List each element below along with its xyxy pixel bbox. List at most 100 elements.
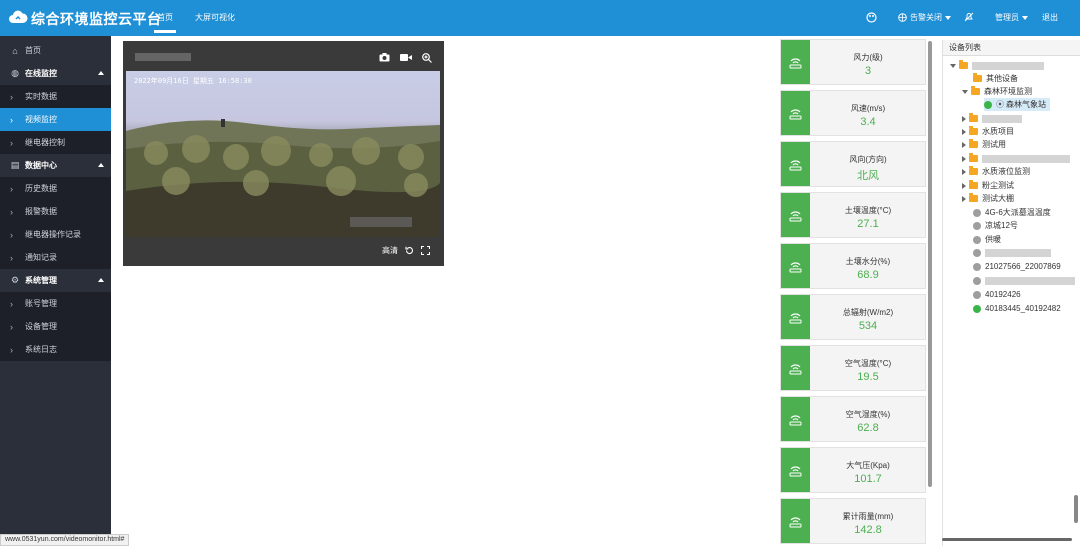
tree-node-folder[interactable]: 水质液位监测 bbox=[962, 165, 1030, 178]
sidebar-item-label: 继电器操作记录 bbox=[25, 230, 81, 239]
tree-node-root[interactable] bbox=[950, 59, 1044, 72]
sidebar-item-realtime-data[interactable]: › 实时数据 bbox=[0, 85, 111, 108]
tree-node-device[interactable]: 凉城12号 bbox=[973, 219, 1018, 232]
tab-big-screen[interactable]: 大屏可视化 bbox=[195, 12, 235, 23]
sidebar-section-data-center[interactable]: ▤ 数据中心 bbox=[0, 154, 111, 177]
sidebar-section-system[interactable]: ⚙ 系统管理 bbox=[0, 269, 111, 292]
chevron-up-icon bbox=[98, 163, 104, 167]
sidebar-item-label: 视频监控 bbox=[25, 115, 57, 124]
alarm-dropdown[interactable]: 告警关闭 bbox=[898, 12, 951, 23]
wireless-sensor-icon bbox=[789, 108, 802, 119]
replay-icon[interactable] bbox=[405, 246, 414, 255]
video-toolbar bbox=[379, 53, 432, 63]
theme-button[interactable] bbox=[866, 12, 877, 23]
folder-icon bbox=[969, 193, 978, 202]
wireless-sensor-icon bbox=[789, 414, 802, 425]
sensor-badge bbox=[781, 244, 810, 288]
sensor-card-rainfall: 累计雨量(mm) 142.8 bbox=[780, 498, 926, 544]
sensor-value: 3 bbox=[864, 65, 872, 77]
sensor-label: 风速(m/s) bbox=[850, 104, 886, 113]
tree-node-folder[interactable]: 测试大棚 bbox=[962, 192, 1014, 205]
chevron-down-icon bbox=[1022, 15, 1028, 20]
tree-node-label: 粉尘测试 bbox=[982, 181, 1014, 190]
tree-node-folder[interactable]: 水质项目 bbox=[962, 125, 1014, 138]
redacted-label bbox=[985, 248, 1051, 257]
tree-horizontal-scrollbar[interactable] bbox=[942, 538, 1072, 541]
tree-node-device[interactable]: 40192426 bbox=[973, 288, 1021, 301]
tree-node-device[interactable] bbox=[973, 246, 1051, 259]
sidebar-item-relay-log[interactable]: › 继电器操作记录 bbox=[0, 223, 111, 246]
tree-node-folder[interactable] bbox=[962, 152, 1070, 165]
tree-node-device[interactable]: 40183445_40192482 bbox=[973, 302, 1061, 315]
sidebar-item-relay-control[interactable]: › 继电器控制 bbox=[0, 131, 111, 154]
chevron-right-icon: › bbox=[10, 137, 13, 148]
browser-status-url: www.0531yun.com/videomonitor.html# bbox=[0, 534, 130, 546]
sidebar-item-accounts[interactable]: › 账号管理 bbox=[0, 292, 111, 315]
sensor-label: 总辐射(W/m2) bbox=[842, 308, 894, 317]
wireless-sensor-icon bbox=[789, 159, 802, 170]
sidebar-item-video-monitor[interactable]: › 视频监控 bbox=[0, 108, 111, 131]
folder-icon bbox=[959, 60, 968, 69]
fullscreen-icon[interactable] bbox=[421, 246, 430, 255]
sidebar-item-system-log[interactable]: › 系统日志 bbox=[0, 338, 111, 361]
sensor-badge bbox=[781, 397, 810, 441]
wireless-sensor-icon bbox=[789, 210, 802, 221]
sidebar-item-notify-log[interactable]: › 通知记录 bbox=[0, 246, 111, 269]
user-label: 管理员 bbox=[995, 13, 1019, 22]
tree-node-folder[interactable]: 森林环境监测 bbox=[962, 85, 1032, 98]
camera-snapshot-icon[interactable] bbox=[379, 53, 390, 62]
caret-right-icon bbox=[962, 128, 966, 135]
tree-node-folder[interactable]: 其他设备 bbox=[973, 72, 1018, 85]
user-dropdown[interactable]: 管理员 bbox=[995, 12, 1028, 23]
offline-status-icon bbox=[973, 208, 981, 217]
caret-right-icon bbox=[962, 182, 966, 189]
sidebar-item-history-data[interactable]: › 历史数据 bbox=[0, 177, 111, 200]
redacted-label bbox=[985, 276, 1075, 285]
cloud-logo-icon bbox=[9, 10, 28, 23]
tree-vertical-scrollbar[interactable] bbox=[1074, 495, 1078, 523]
tab-home[interactable]: 首页 bbox=[154, 12, 176, 33]
chevron-right-icon: › bbox=[10, 344, 13, 355]
offline-status-icon bbox=[973, 248, 981, 257]
sidebar-item-home[interactable]: ⌂ 首页 bbox=[0, 39, 111, 62]
sidebar-item-label: 设备管理 bbox=[25, 322, 57, 331]
logout-button[interactable]: 退出 bbox=[1042, 12, 1058, 23]
quality-toggle[interactable]: 高清 bbox=[382, 245, 398, 256]
sensor-card-soil-moisture: 土壤水分(%) 68.9 bbox=[780, 243, 926, 289]
sensor-card-pressure: 大气压(Kpa) 101.7 bbox=[780, 447, 926, 493]
video-player[interactable]: 2022年09月16日 星期五 16:58:30 高清 bbox=[123, 41, 444, 266]
sensor-label: 累计雨量(mm) bbox=[842, 512, 894, 521]
sensor-badge bbox=[781, 346, 810, 390]
sensor-value: 101.7 bbox=[854, 473, 882, 485]
sidebar-item-devices[interactable]: › 设备管理 bbox=[0, 315, 111, 338]
caret-down-icon bbox=[950, 63, 956, 68]
tree-node-device[interactable]: 21027566_22007869 bbox=[973, 260, 1061, 273]
tree-node-label: 其他设备 bbox=[986, 74, 1018, 83]
sensor-value: 3.4 bbox=[860, 116, 876, 128]
database-icon: ▤ bbox=[10, 160, 20, 170]
tree-node-folder[interactable]: 粉尘测试 bbox=[962, 179, 1014, 192]
sensor-card-wind-level: 风力(级) 3 bbox=[780, 39, 926, 85]
tree-node-device-selected[interactable]: ⦿ 森林气象站 bbox=[984, 98, 1050, 111]
sensor-scrollbar[interactable] bbox=[928, 41, 932, 487]
sensor-value: 19.5 bbox=[857, 371, 879, 383]
mute-button[interactable] bbox=[964, 12, 974, 22]
tree-node-folder[interactable] bbox=[962, 112, 1022, 125]
chevron-right-icon: › bbox=[10, 298, 13, 309]
zoom-in-icon[interactable] bbox=[422, 53, 432, 63]
sensor-value: 62.8 bbox=[857, 422, 879, 434]
sensor-label: 大气压(Kpa) bbox=[846, 461, 890, 470]
sidebar-item-alarm-data[interactable]: › 报警数据 bbox=[0, 200, 111, 223]
tree-node-folder[interactable]: 测试用 bbox=[962, 138, 1006, 151]
tree-node-device[interactable]: 供暖 bbox=[973, 233, 1001, 246]
sidebar-section-online-monitor[interactable]: ◍ 在线监控 bbox=[0, 62, 111, 85]
sensor-badge bbox=[781, 295, 810, 339]
online-status-icon bbox=[973, 304, 981, 313]
globe-icon: ◍ bbox=[11, 68, 19, 78]
offline-status-icon bbox=[973, 235, 981, 244]
device-tree-title: 设备列表 bbox=[943, 40, 1080, 56]
sensor-badge bbox=[781, 193, 810, 237]
video-record-icon[interactable] bbox=[400, 53, 412, 62]
tree-node-device[interactable]: 4G-6大派墓温温度 bbox=[973, 206, 1051, 219]
tree-node-device[interactable] bbox=[973, 274, 1075, 287]
